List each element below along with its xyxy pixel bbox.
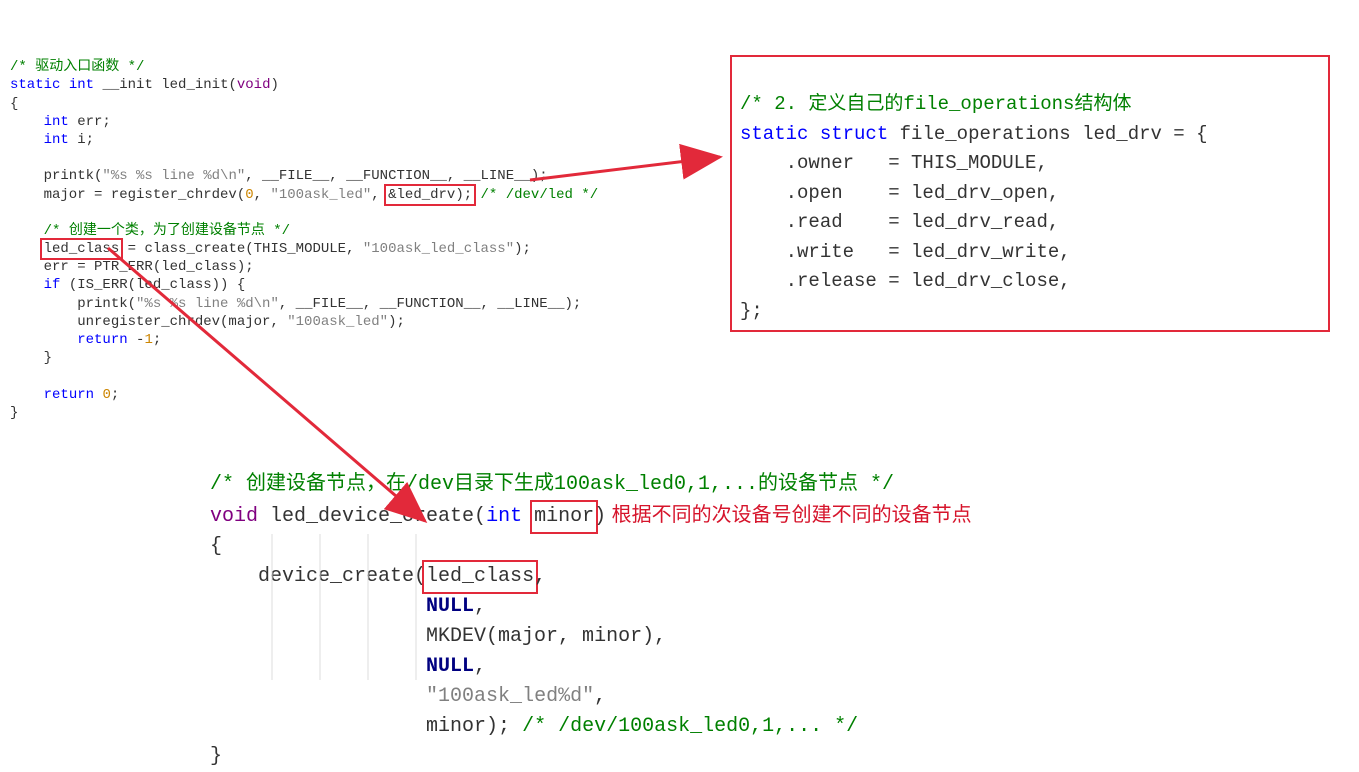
text: };: [740, 300, 763, 322]
brace-close: }: [10, 350, 52, 366]
string: "100ask_led": [287, 314, 388, 330]
text: led_device_create(: [258, 505, 486, 528]
text: printk(: [10, 296, 136, 312]
text: , __FILE__, __FUNCTION__, __LINE__);: [245, 168, 547, 184]
string: "100ask_led_class": [363, 241, 514, 257]
kw-int: int: [486, 505, 522, 528]
text: , __FILE__, __FUNCTION__, __LINE__);: [279, 296, 581, 312]
text: = class_create(THIS_MODULE,: [119, 241, 363, 257]
text: device_create(: [210, 565, 426, 588]
text: err = PTR_ERR(led_class);: [10, 259, 254, 275]
text: -: [128, 332, 145, 348]
text: ,: [474, 595, 486, 618]
text: major = register_chrdev(: [10, 187, 245, 203]
comment: /* 驱动入口函数 */: [10, 59, 144, 75]
text: MKDEV(major, minor),: [210, 625, 666, 648]
string: "100ask_led%d": [426, 685, 594, 708]
num: 1: [144, 332, 152, 348]
kw-void: void: [210, 505, 258, 528]
kw-int: int: [69, 77, 94, 93]
annotation-note: 根据不同的次设备号创建不同的设备节点: [606, 504, 972, 526]
text: .write = led_drv_write,: [740, 241, 1071, 263]
text: ): [594, 505, 606, 528]
text: .owner = THIS_MODULE,: [740, 152, 1048, 174]
code-block-device-create: /* 创建设备节点，在/dev目录下生成100ask_led0,1,...的设备…: [210, 440, 972, 772]
text: );: [514, 241, 531, 257]
kw-null: NULL: [426, 655, 474, 678]
comment: /* 创建一个类，为了创建设备节点 */: [44, 223, 290, 239]
kw-return: return: [77, 332, 127, 348]
kw-int: int: [44, 114, 69, 130]
brace-close: }: [210, 745, 222, 768]
kw-struct: struct: [820, 123, 888, 145]
kw-static: static: [740, 123, 808, 145]
comment: /* 2. 定义自己的file_operations结构体: [740, 93, 1131, 115]
kw-return: return: [44, 387, 94, 403]
text: ,: [254, 187, 271, 203]
highlight-led-class-2: led_class: [422, 560, 538, 594]
string: "%s %s line %d\n": [136, 296, 279, 312]
text: (IS_ERR(led_class)) {: [60, 277, 245, 293]
text: ;: [111, 387, 119, 403]
kw-null: NULL: [426, 595, 474, 618]
text: .release = led_drv_close,: [740, 270, 1071, 292]
comment: /* 创建设备节点，在/dev目录下生成100ask_led0,1,...的设备…: [210, 473, 894, 496]
kw-static: static: [10, 77, 60, 93]
text: err;: [69, 114, 111, 130]
comment: /* /dev/100ask_led0,1,... */: [522, 715, 858, 738]
brace-close: }: [10, 405, 18, 421]
text: file_operations led_drv = {: [888, 123, 1207, 145]
string: "%s %s line %d\n": [102, 168, 245, 184]
num: 0: [245, 187, 253, 203]
text: __init led_init(: [94, 77, 237, 93]
code-block-led-init: /* 驱动入口函数 */ static int __init led_init(…: [10, 40, 598, 422]
text: printk(: [10, 168, 102, 184]
num: 0: [102, 387, 110, 403]
text: ): [270, 77, 278, 93]
text: ;: [153, 332, 161, 348]
text: ,: [474, 655, 486, 678]
text: );: [388, 314, 405, 330]
string: "100ask_led": [270, 187, 371, 203]
text: unregister_chrdev(major,: [10, 314, 287, 330]
brace-open: {: [10, 96, 18, 112]
text: ,: [594, 685, 606, 708]
brace-open: {: [210, 535, 222, 558]
kw-void: void: [237, 77, 271, 93]
highlight-led-class: led_class: [40, 238, 124, 260]
kw-if: if: [44, 277, 61, 293]
text: ,: [534, 565, 546, 588]
code-block-file-operations: /* 2. 定义自己的file_operations结构体 static str…: [730, 55, 1330, 332]
kw-int: int: [44, 132, 69, 148]
comment: /* /dev/led */: [472, 187, 598, 203]
text: .open = led_drv_open,: [740, 182, 1059, 204]
text: minor);: [210, 715, 522, 738]
highlight-led-drv: &led_drv);: [384, 184, 476, 206]
text: .read = led_drv_read,: [740, 211, 1059, 233]
highlight-minor: minor: [530, 500, 598, 534]
text: i;: [69, 132, 94, 148]
